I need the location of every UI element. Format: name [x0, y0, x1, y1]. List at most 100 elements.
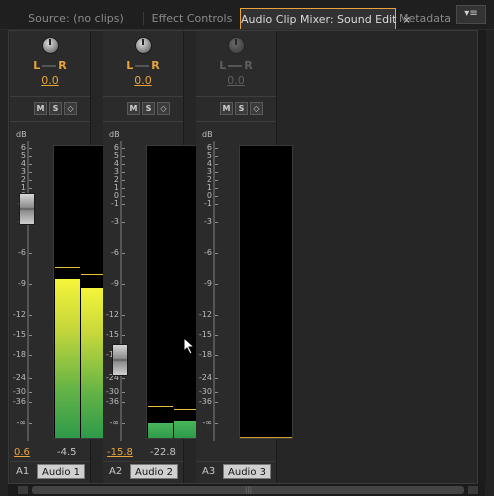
db-tick-label: -∞	[12, 419, 32, 427]
divider	[196, 96, 276, 97]
divider	[196, 121, 276, 122]
level-meter	[53, 145, 107, 439]
peak-hold-left	[55, 267, 80, 268]
db-tick-label: -18	[12, 350, 32, 359]
volume-fader-track[interactable]	[27, 141, 29, 441]
channel-buttons: M S ◇	[127, 101, 172, 115]
db-tick-label: -12	[12, 310, 32, 319]
panel-menu-icon: ▾≡	[464, 8, 478, 19]
track-id: A2	[109, 466, 123, 477]
record-button[interactable]: ◇	[64, 102, 77, 115]
db-tick-label: -1	[198, 200, 218, 208]
pan-knob[interactable]	[135, 37, 152, 54]
meter-peak-value: -4.5	[57, 447, 77, 458]
db-tick-label: -∞	[105, 419, 125, 427]
mute-button[interactable]: M	[220, 102, 233, 115]
solo-button[interactable]: S	[235, 102, 248, 115]
db-tick-label: -36	[12, 397, 32, 406]
pan-lr-label: LR	[103, 59, 183, 72]
db-tick-label: -3	[198, 218, 218, 226]
panel-tab-bar: Source: (no clips) Effect Controls Audio…	[0, 0, 494, 30]
peak-hold-left	[148, 406, 173, 407]
divider	[10, 121, 90, 122]
pan-indicator	[42, 65, 57, 67]
level-meter	[146, 145, 200, 439]
track-id: A1	[16, 466, 30, 477]
record-button[interactable]: ◇	[157, 102, 170, 115]
pan-right-label: R	[244, 59, 253, 72]
db-tick-label: -24	[198, 373, 218, 382]
channel-strip-a2: LR 0.0 MS◇ dB6543210-1-3-6-9-12-15-18-24…	[103, 31, 200, 483]
tab-separator	[143, 12, 144, 25]
db-tick-label: -9	[12, 280, 32, 288]
mouse-cursor-icon	[183, 337, 196, 355]
channel-buttons: M S ◇	[34, 101, 79, 115]
db-tick-label: -15	[105, 330, 125, 339]
tab-effect-controls[interactable]: Effect Controls	[148, 8, 236, 29]
tab-metadata[interactable]: Metadata	[398, 8, 452, 29]
scrollbar-thumb[interactable]: |||	[32, 486, 464, 494]
meter-floor-line	[240, 437, 292, 438]
pan-right-label: R	[151, 59, 160, 72]
volume-value[interactable]: 0.6	[14, 447, 30, 458]
scroll-grip-icon: |||	[245, 486, 253, 494]
db-tick-label: -12	[198, 310, 218, 319]
db-label: dB	[202, 130, 213, 139]
pan-lr-label: LR	[10, 59, 90, 72]
db-tick-label: -30	[12, 387, 32, 396]
track-name-button[interactable]: Audio 1	[37, 464, 85, 479]
solo-button[interactable]: S	[49, 102, 62, 115]
pan-left-label: L	[33, 59, 41, 72]
db-tick-label: -∞	[198, 419, 218, 427]
db-tick-label: -6	[198, 249, 218, 257]
mute-button[interactable]: M	[34, 102, 47, 115]
scroll-left-arrow[interactable]	[18, 486, 28, 494]
db-tick-label: -18	[198, 350, 218, 359]
vertical-scrollbar[interactable]	[477, 30, 486, 484]
volume-fader-handle[interactable]	[112, 344, 128, 376]
pan-value[interactable]: 0.0	[10, 74, 90, 87]
db-tick-label: -24	[12, 373, 32, 382]
db-tick-label: -15	[198, 330, 218, 339]
scroll-right-arrow[interactable]	[468, 486, 478, 494]
mute-button[interactable]: M	[127, 102, 140, 115]
pan-indicator	[135, 65, 150, 67]
pan-right-label: R	[58, 59, 67, 72]
pan-knob[interactable]	[228, 37, 245, 54]
divider	[103, 96, 183, 97]
volume-fader-track[interactable]	[120, 141, 122, 441]
db-label: dB	[16, 130, 27, 139]
panel-menu-button[interactable]: ▾≡	[456, 5, 486, 24]
db-tick-label: -9	[198, 280, 218, 288]
tab-source[interactable]: Source: (no clips)	[14, 8, 138, 29]
pan-indicator	[228, 65, 243, 67]
volume-fader-handle[interactable]	[19, 193, 35, 225]
db-tick-label: -1	[105, 200, 125, 208]
db-tick-label: -3	[105, 218, 125, 226]
meter-bar-left	[55, 279, 80, 438]
db-tick-label: -15	[12, 330, 32, 339]
divider	[196, 461, 276, 462]
track-id: A3	[202, 466, 216, 477]
divider	[10, 461, 90, 462]
volume-value[interactable]: -15.8	[107, 447, 133, 458]
pan-knob[interactable]	[42, 37, 59, 54]
db-tick-label: -6	[105, 249, 125, 257]
channel-strip-a3: LR 0.0 M S ◇ dB 6 5 4 3 2 1 0 -1 -3 -6 -9 -12 -15 -18 -24…	[196, 31, 293, 483]
channel-buttons: M S ◇	[220, 101, 265, 115]
solo-button[interactable]: S	[142, 102, 155, 115]
db-tick-label: -30	[198, 387, 218, 396]
pan-value[interactable]: 0.0	[103, 74, 183, 87]
pan-left-label: L	[219, 59, 227, 72]
tab-audio-clip-mixer[interactable]: Audio Clip Mixer: Sound Edit ×	[240, 8, 411, 29]
track-name-button[interactable]: Audio 3	[223, 464, 271, 479]
record-button[interactable]: ◇	[250, 102, 263, 115]
tab-audio-clip-mixer-label: Audio Clip Mixer: Sound Edit	[241, 13, 397, 26]
db-tick-label: -12	[105, 310, 125, 319]
pan-value[interactable]: 0.0	[196, 74, 276, 87]
meter-peak-value: -22.8	[150, 447, 176, 458]
divider	[103, 121, 183, 122]
track-name-button[interactable]: Audio 2	[130, 464, 178, 479]
horizontal-scrollbar[interactable]: |||	[8, 484, 485, 496]
volume-fader-track[interactable]	[213, 141, 215, 441]
